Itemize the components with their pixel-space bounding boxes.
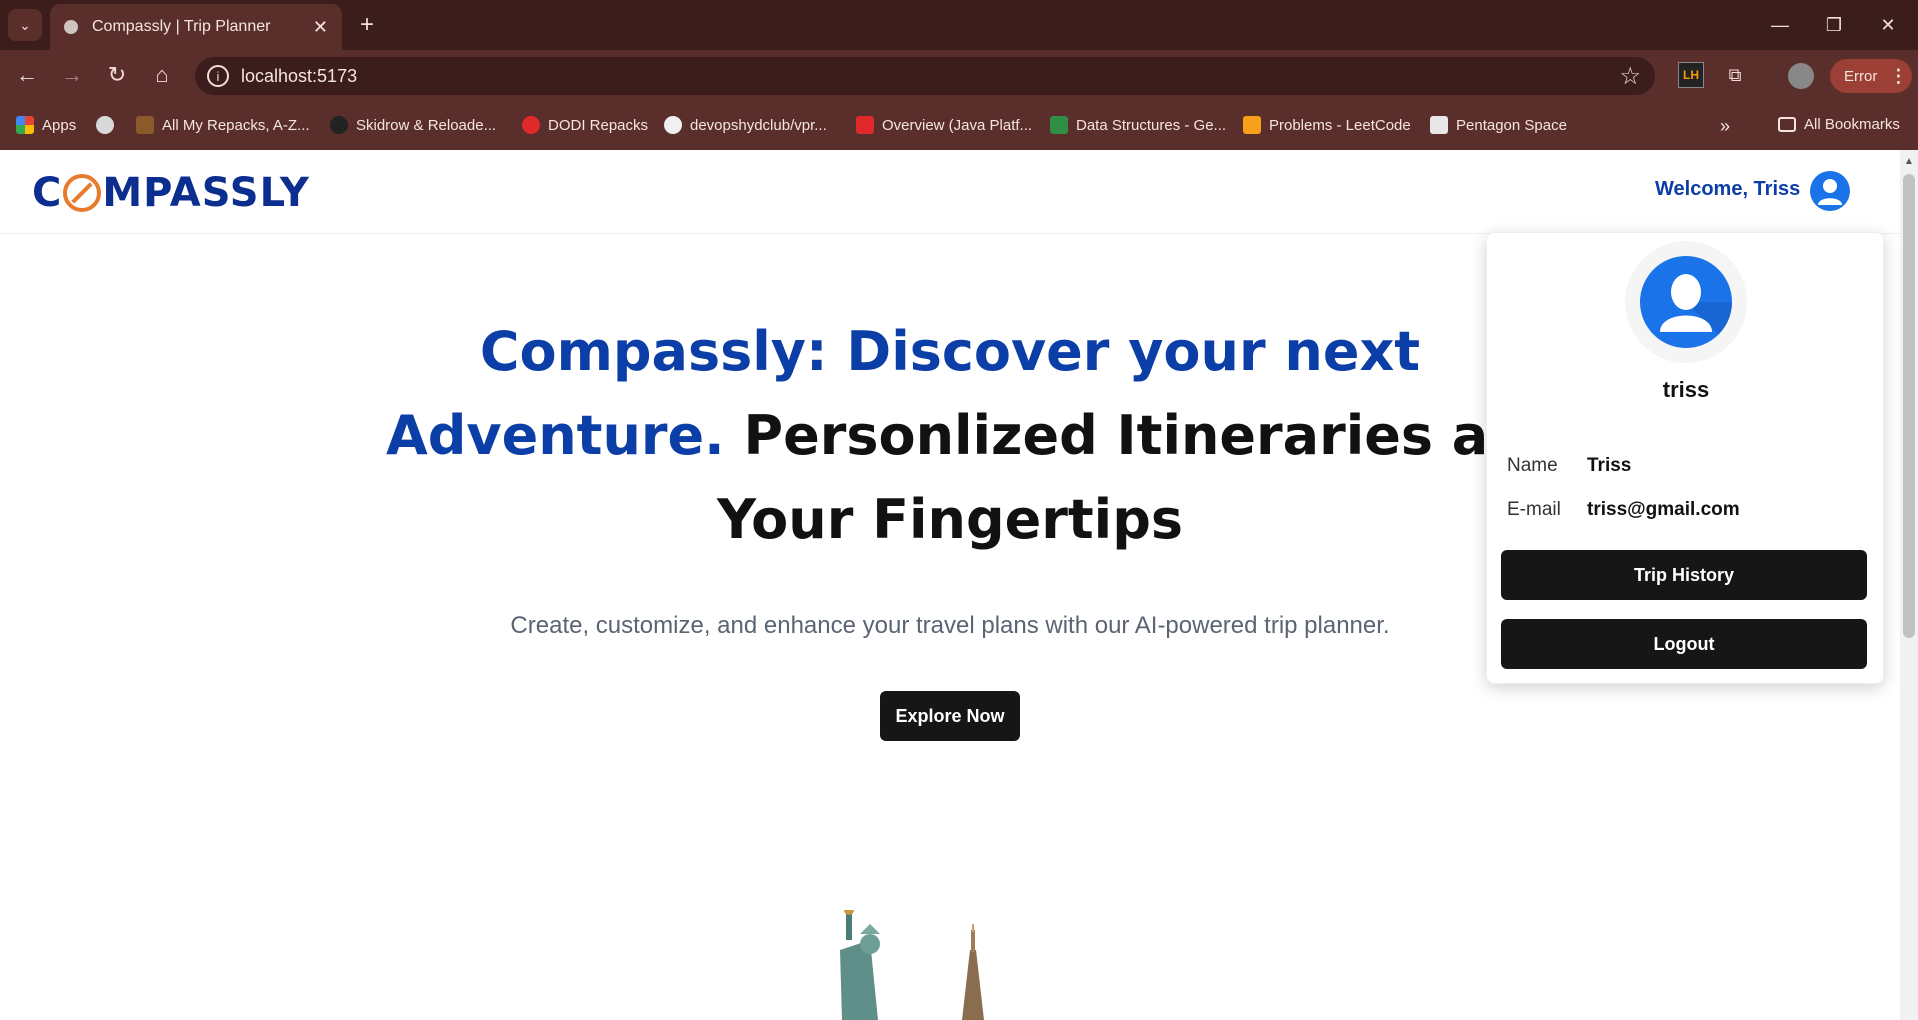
home-icon[interactable]: ⌂ <box>145 58 179 92</box>
tab-favicon-icon <box>64 20 78 34</box>
all-bookmarks-button[interactable]: All Bookmarks <box>1778 116 1900 133</box>
globe-icon <box>96 116 114 134</box>
page-viewport: C MPASSLY Welcome, Triss Compassly: Disc… <box>0 150 1900 1020</box>
pentagon-icon <box>1430 116 1448 134</box>
logout-button[interactable]: Logout <box>1501 619 1867 669</box>
geeksforgeeks-icon <box>1050 116 1068 134</box>
scroll-up-icon[interactable]: ▲ <box>1904 156 1914 167</box>
email-value: triss@gmail.com <box>1587 499 1740 520</box>
hero-title: Compassly: Discover your next Adventure.… <box>340 310 1560 562</box>
scrollbar-thumb[interactable] <box>1903 174 1915 638</box>
bookmark-apps[interactable]: Apps <box>16 116 76 134</box>
bookmarks-bar: Apps All My Repacks, A-Z... Skidrow & Re… <box>0 100 1918 150</box>
dodi-icon <box>522 116 540 134</box>
repacks-icon <box>136 116 154 134</box>
bookmark-globe[interactable] <box>96 116 122 134</box>
user-silhouette-icon <box>1660 274 1732 348</box>
bookmark-dodi[interactable]: DODI Repacks <box>522 116 648 134</box>
profile-username: triss <box>1662 377 1710 402</box>
name-value: Triss <box>1587 455 1632 476</box>
bookmark-pentagon[interactable]: Pentagon Space <box>1430 116 1567 134</box>
bookmark-gfg[interactable]: Data Structures - Ge... <box>1050 116 1226 134</box>
new-tab-button[interactable]: + <box>352 10 382 40</box>
url-text: localhost:5173 <box>241 66 358 86</box>
leetcode-icon <box>1243 116 1261 134</box>
trip-history-button[interactable]: Trip History <box>1501 550 1867 600</box>
browser-tab[interactable]: Compassly | Trip Planner ✕ <box>50 4 342 50</box>
explore-now-button[interactable]: Explore Now <box>880 691 1020 741</box>
name-label: Name <box>1507 455 1558 476</box>
site-header: C MPASSLY Welcome, Triss <box>0 150 1900 234</box>
reload-icon[interactable]: ↻ <box>100 58 134 92</box>
github-icon <box>664 116 682 134</box>
bookmark-repacks[interactable]: All My Repacks, A-Z... <box>136 116 310 134</box>
compassly-logo[interactable]: C MPASSLY <box>32 170 310 216</box>
site-info-icon[interactable]: i <box>207 65 229 87</box>
forward-icon[interactable]: → <box>55 58 89 92</box>
bookmark-star-icon[interactable]: ☆ <box>1619 62 1641 91</box>
user-avatar-button[interactable] <box>1810 171 1850 211</box>
browser-toolbar: ← → ↻ ⌂ i localhost:5173 ☆ LH ⧉ Error ⋮ <box>0 50 1918 100</box>
eiffel-tower-icon <box>962 924 984 1020</box>
lighthouse-extension-icon[interactable]: LH <box>1678 62 1704 88</box>
tab-title: Compassly | Trip Planner <box>92 18 271 35</box>
address-bar[interactable]: i localhost:5173 ☆ <box>195 57 1655 95</box>
page-scrollbar[interactable]: ▲ <box>1900 150 1918 1020</box>
menu-kebab-icon: ⋮ <box>1889 65 1908 86</box>
back-icon[interactable]: ← <box>10 58 44 92</box>
error-label: Error <box>1844 67 1878 85</box>
close-window-icon[interactable]: ✕ <box>1868 8 1908 42</box>
email-label: E-mail <box>1507 499 1561 520</box>
extensions-puzzle-icon[interactable]: ⧉ <box>1722 62 1748 88</box>
landmarks-illustration <box>840 910 984 1020</box>
tab-search-button[interactable]: ⌄ <box>8 9 42 41</box>
welcome-text: Welcome, Triss <box>1655 178 1801 200</box>
compass-icon <box>63 174 102 212</box>
profile-avatar-ring <box>1625 241 1747 363</box>
hero-subtitle: Create, customize, and enhance your trav… <box>510 612 1390 639</box>
error-button[interactable]: Error ⋮ <box>1830 59 1912 93</box>
apps-grid-icon <box>16 116 34 134</box>
statue-of-liberty-icon <box>840 910 880 1020</box>
minimize-icon[interactable]: — <box>1760 8 1800 42</box>
oracle-icon <box>856 116 874 134</box>
bookmark-java-overview[interactable]: Overview (Java Platf... <box>856 116 1032 134</box>
profile-avatar <box>1640 256 1732 348</box>
hero-title-rest: Personlized Itineraries at Your Fingerti… <box>717 404 1515 551</box>
folder-icon <box>1778 117 1796 132</box>
browser-tab-strip: ⌄ Compassly | Trip Planner ✕ + — ❐ ✕ <box>0 0 1918 50</box>
bookmark-leetcode[interactable]: Problems - LeetCode <box>1243 116 1411 134</box>
close-tab-icon[interactable]: ✕ <box>313 17 328 38</box>
profile-name-row: Name Triss <box>1507 455 1631 477</box>
bookmark-github[interactable]: devopshydclub/vpr... <box>664 116 827 134</box>
more-bookmarks-chevron-icon[interactable]: » <box>1720 116 1730 137</box>
profile-email-row: E-mail triss@gmail.com <box>1507 499 1740 521</box>
restore-icon[interactable]: ❐ <box>1814 8 1854 42</box>
profile-dropdown: triss Name Triss E-mail triss@gmail.com … <box>1486 232 1884 684</box>
user-silhouette-icon <box>1818 179 1842 205</box>
skidrow-icon <box>330 116 348 134</box>
profile-avatar-icon[interactable] <box>1788 63 1814 89</box>
bookmark-skidrow[interactable]: Skidrow & Reloade... <box>330 116 496 134</box>
